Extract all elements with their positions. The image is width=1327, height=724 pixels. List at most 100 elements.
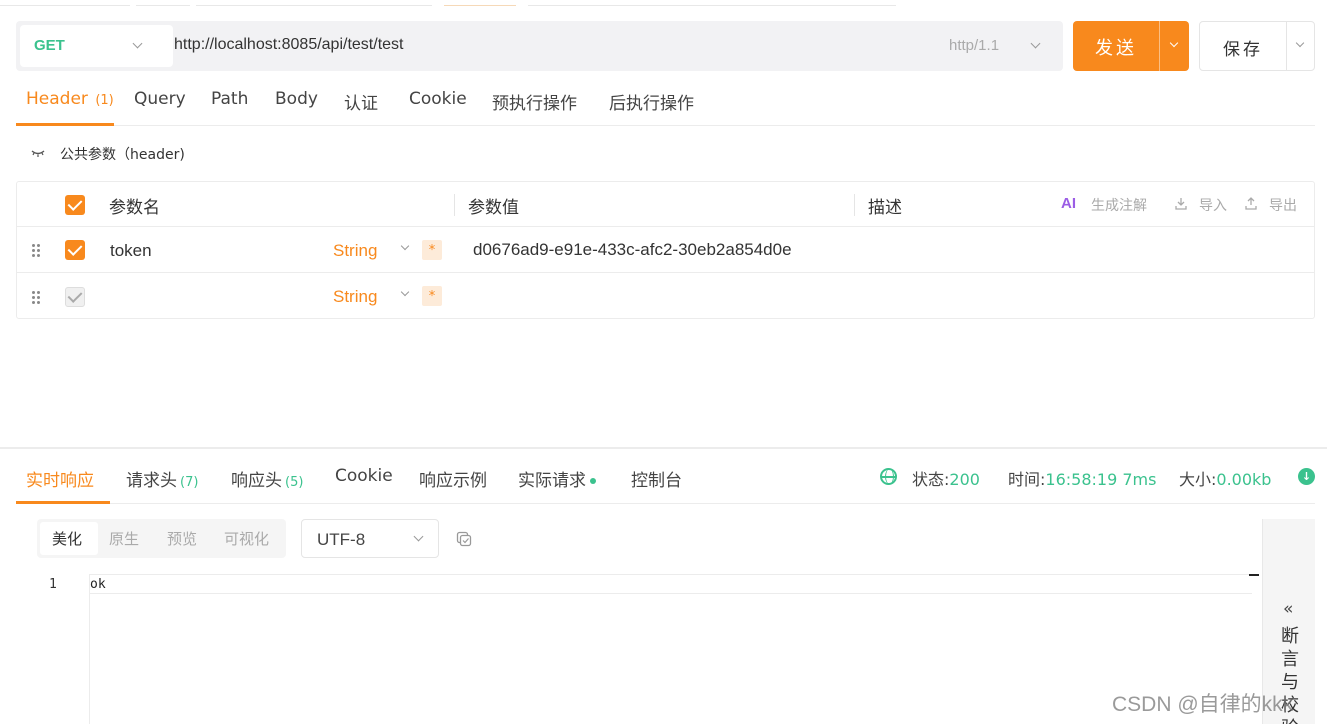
line-number: 1 <box>49 577 57 592</box>
request-tabs: Header (1) Query Path Body 认证 Cookie 预执行… <box>16 80 1315 126</box>
time-value: 16:58:19 <box>1045 470 1118 489</box>
generate-comment-button[interactable]: 生成注解 <box>1091 195 1147 215</box>
tab-request-headers[interactable]: 请求头 (7) <box>126 466 198 491</box>
top-tab-fragment <box>196 0 432 6</box>
chevron-down-icon <box>413 531 424 542</box>
param-value-input[interactable]: d0676ad9-e91e-433c-afc2-30eb2a854d0e <box>473 240 792 260</box>
chevron-down-icon[interactable] <box>400 241 410 251</box>
status-code: 200 <box>949 470 980 489</box>
table-row: token String * d0676ad9-e91e-433c-afc2-3… <box>17 227 1314 273</box>
download-icon[interactable]: ↓ <box>1298 468 1315 485</box>
view-preview[interactable]: 预览 <box>167 528 197 549</box>
url-input[interactable]: http://localhost:8085/api/test/test <box>174 36 403 54</box>
chevron-down-icon[interactable] <box>1295 38 1305 48</box>
method-label: GET <box>34 37 65 54</box>
table-header: 参数名 参数值 描述 AI 生成注解 导入 导出 <box>17 182 1314 227</box>
view-mode-switch: 美化 原生 预览 可视化 <box>37 519 286 558</box>
tab-label: 响应头 <box>231 471 282 491</box>
tab-pre-script[interactable]: 预执行操作 <box>492 89 577 114</box>
tab-response-examples[interactable]: 响应示例 <box>419 466 487 491</box>
expand-arrow-icon[interactable]: « <box>1283 599 1293 619</box>
top-tab-fragment <box>136 0 190 6</box>
chevron-down-icon[interactable] <box>400 287 410 297</box>
chevron-down-icon <box>132 38 143 49</box>
tab-count: (1) <box>95 93 114 108</box>
watermark: CSDN @自律的kkk <box>1112 693 1294 716</box>
export-icon <box>1245 197 1257 210</box>
column-header-description: 描述 <box>868 198 902 218</box>
table-row: String * <box>17 273 1314 319</box>
param-type-select[interactable]: String <box>333 241 377 261</box>
top-tab-fragment <box>528 0 896 6</box>
required-toggle[interactable]: * <box>422 286 442 306</box>
tab-count: (5) <box>285 475 304 490</box>
status-label: 状态: <box>912 470 950 489</box>
response-body-text: ok <box>90 577 106 592</box>
tab-header[interactable]: Header (1) <box>26 89 114 109</box>
row-checkbox[interactable] <box>65 240 85 260</box>
tab-count: (7) <box>180 475 199 490</box>
send-button[interactable]: 发送 <box>1073 21 1189 71</box>
response-editor[interactable] <box>89 574 1252 724</box>
export-button[interactable]: 导出 <box>1269 195 1297 215</box>
tab-response-headers[interactable]: 响应头 (5) <box>231 466 303 491</box>
scrollbar-marker[interactable] <box>1249 574 1259 576</box>
size-info: 大小:0.00kb <box>1179 466 1271 490</box>
select-all-checkbox[interactable] <box>65 195 85 215</box>
drag-handle-icon[interactable] <box>32 291 40 305</box>
column-header-value: 参数值 <box>468 198 519 218</box>
duration-value: 7ms <box>1122 470 1157 489</box>
method-select[interactable]: GET <box>20 25 173 67</box>
size-label: 大小: <box>1179 470 1217 489</box>
time-info: 时间:16:58:19 7ms <box>1008 466 1156 490</box>
tab-query[interactable]: Query <box>134 89 186 109</box>
active-tab-indicator <box>16 501 110 504</box>
param-name-input[interactable]: token <box>110 241 152 261</box>
divider <box>1286 22 1287 70</box>
import-button[interactable]: 导入 <box>1199 195 1227 215</box>
tab-label: Header <box>26 89 88 109</box>
size-value: 0.00kb <box>1216 470 1272 489</box>
tab-cookie[interactable]: Cookie <box>409 89 467 109</box>
tab-auth[interactable]: 认证 <box>344 89 378 114</box>
row-checkbox[interactable] <box>65 287 85 307</box>
tab-label: 请求头 <box>126 471 177 491</box>
public-params-label: 公共参数（header) <box>60 147 185 163</box>
url-bar: GET http://localhost:8085/api/test/test … <box>16 21 1063 71</box>
view-raw[interactable]: 原生 <box>109 528 139 549</box>
top-tab-fragment <box>444 0 516 6</box>
tab-console[interactable]: 控制台 <box>631 466 682 491</box>
tab-path[interactable]: Path <box>211 89 248 109</box>
view-visualize[interactable]: 可视化 <box>224 528 269 549</box>
tab-cookie[interactable]: Cookie <box>335 466 393 486</box>
tab-body[interactable]: Body <box>275 89 318 109</box>
required-toggle[interactable]: * <box>422 240 442 260</box>
panel-resize-handle[interactable] <box>0 447 1327 449</box>
tab-realtime-response[interactable]: 实时响应 <box>26 466 94 491</box>
drag-handle-icon[interactable] <box>32 244 40 258</box>
copy-icon[interactable] <box>456 531 472 547</box>
top-strip <box>0 0 1327 8</box>
globe-icon[interactable] <box>880 468 897 485</box>
divider <box>1159 21 1160 71</box>
http-version-select[interactable]: http/1.1 <box>949 37 999 54</box>
tab-actual-request[interactable]: 实际请求 <box>518 466 596 491</box>
import-icon <box>1175 198 1187 210</box>
chevron-down-icon[interactable] <box>1169 38 1179 48</box>
view-beautify[interactable]: 美化 <box>52 528 82 549</box>
encoding-select[interactable]: UTF-8 <box>301 519 439 558</box>
header-params-table: 参数名 参数值 描述 AI 生成注解 导入 导出 token String * … <box>16 181 1315 319</box>
param-type-select[interactable]: String <box>333 287 377 307</box>
tab-label: 实际请求 <box>518 471 586 491</box>
tab-post-script[interactable]: 后执行操作 <box>609 89 694 114</box>
save-button[interactable]: 保存 <box>1199 21 1315 71</box>
encoding-value: UTF-8 <box>317 530 366 549</box>
status-dot-icon <box>590 478 596 484</box>
time-label: 时间: <box>1008 470 1046 489</box>
column-divider <box>454 194 455 216</box>
ai-icon: AI <box>1061 195 1076 212</box>
column-divider <box>854 194 855 216</box>
chevron-down-icon[interactable] <box>1030 38 1041 49</box>
top-tab-fragment <box>0 0 130 6</box>
current-line-highlight <box>90 574 1252 594</box>
